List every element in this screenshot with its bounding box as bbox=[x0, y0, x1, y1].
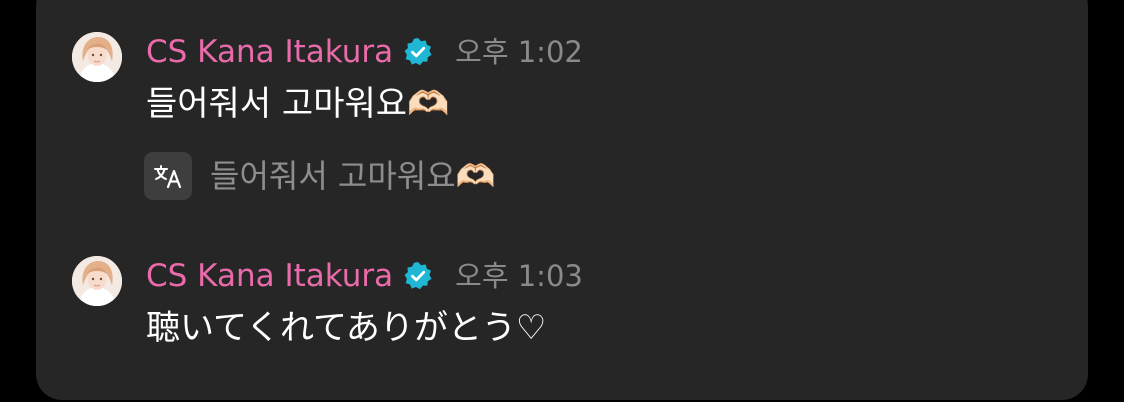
translation-row: 들어줘서 고마워요🫶🏻 bbox=[144, 152, 496, 200]
translate-icon bbox=[154, 165, 182, 189]
message-time: 오후 1:02 bbox=[455, 35, 583, 69]
verified-badge-icon bbox=[404, 38, 432, 66]
verified-badge-icon bbox=[404, 262, 432, 290]
message-header: CS Kana Itakura 오후 1:03 bbox=[146, 256, 583, 296]
author-name[interactable]: CS Kana Itakura bbox=[146, 32, 393, 72]
avatar[interactable] bbox=[72, 32, 122, 82]
author-name[interactable]: CS Kana Itakura bbox=[146, 256, 393, 296]
message-text: 聴いてくれてありがとう♡ bbox=[146, 308, 547, 348]
avatar[interactable] bbox=[72, 256, 122, 306]
translate-button[interactable] bbox=[144, 152, 192, 200]
message-header: CS Kana Itakura 오후 1:02 bbox=[146, 32, 583, 72]
message-time: 오후 1:03 bbox=[455, 259, 583, 293]
translated-text: 들어줘서 고마워요🫶🏻 bbox=[210, 157, 496, 195]
message-text: 들어줘서 고마워요🫶🏻 bbox=[146, 84, 450, 124]
